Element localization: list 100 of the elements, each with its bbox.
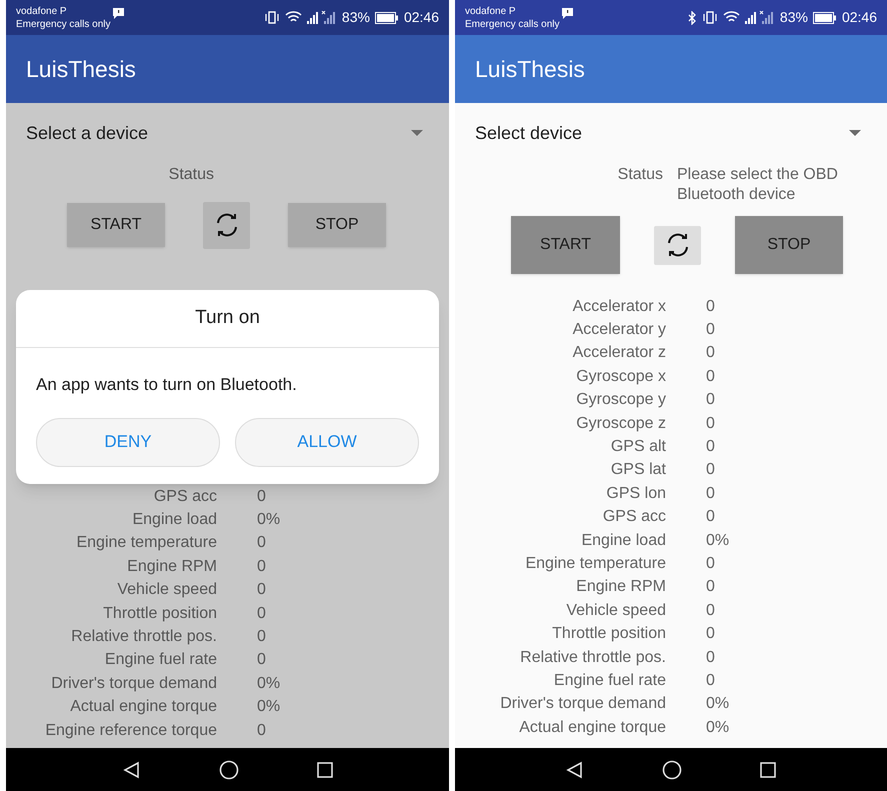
reading-value: 0 bbox=[257, 556, 266, 577]
dropdown-caret-icon bbox=[411, 130, 423, 136]
reading-value: 0 bbox=[257, 533, 266, 554]
reading-label: GPS acc bbox=[602, 507, 666, 528]
reading-value: 0 bbox=[706, 648, 715, 668]
battery-percentage: 83% bbox=[342, 8, 370, 27]
reading-value: 0% bbox=[257, 510, 280, 530]
reading-value: 0% bbox=[706, 718, 730, 738]
reading-value: 0% bbox=[706, 694, 730, 714]
signal-icon bbox=[306, 11, 337, 24]
dialog-message: An app wants to turn on Bluetooth. bbox=[36, 374, 298, 396]
wifi-icon bbox=[284, 11, 302, 24]
start-button[interactable]: START bbox=[67, 203, 165, 247]
reading-value: 0 bbox=[706, 600, 715, 621]
reading-label: Accelerator x bbox=[572, 296, 666, 317]
battery-percentage: 83% bbox=[780, 8, 808, 27]
reading-label: Engine RPM bbox=[126, 556, 217, 577]
reading-label: GPS lat bbox=[610, 460, 666, 480]
signal-icon bbox=[744, 11, 775, 24]
back-icon[interactable] bbox=[122, 760, 140, 778]
dialog-title: Turn on bbox=[195, 306, 260, 330]
reading-label: Engine load bbox=[131, 510, 217, 530]
status-message: Please select the OBD Bluetooth device bbox=[677, 165, 839, 205]
clock-time: 02:46 bbox=[842, 8, 877, 27]
app-title: LuisThesis bbox=[475, 54, 585, 84]
reading-label: Throttle position bbox=[551, 624, 666, 644]
reading-label: Accelerator y bbox=[572, 320, 666, 340]
app-title: LuisThesis bbox=[26, 54, 136, 84]
reading-label: Gyroscope x bbox=[575, 366, 666, 387]
reading-value: 0% bbox=[706, 530, 730, 551]
status-label: Status bbox=[616, 165, 663, 185]
stop-button[interactable]: STOP bbox=[735, 216, 843, 274]
reading-label: Relative throttle pos. bbox=[70, 627, 217, 648]
battery-icon bbox=[374, 12, 399, 24]
reading-label: Gyroscope z bbox=[575, 414, 666, 434]
carrier-name: vodafone P bbox=[465, 4, 517, 18]
reading-label: Actual engine torque bbox=[69, 697, 217, 718]
reading-label: GPS alt bbox=[610, 437, 666, 458]
reading-value: 0 bbox=[706, 460, 715, 480]
reading-value: 0 bbox=[257, 580, 266, 600]
battery-icon bbox=[812, 12, 837, 24]
home-icon[interactable] bbox=[662, 760, 682, 780]
reading-label: Accelerator z bbox=[572, 343, 666, 364]
clock-time: 02:46 bbox=[404, 8, 439, 27]
start-button[interactable]: START bbox=[511, 216, 620, 274]
reading-value: 0 bbox=[706, 390, 715, 410]
reading-value: 0 bbox=[706, 507, 715, 528]
reading-value: 0 bbox=[257, 486, 266, 507]
reading-label: Driver's torque demand bbox=[499, 694, 666, 714]
recents-icon[interactable] bbox=[760, 762, 776, 778]
network-note: Emergency calls only bbox=[465, 18, 560, 30]
reading-label: Engine reference torque bbox=[44, 720, 217, 741]
wifi-icon bbox=[722, 11, 740, 24]
reading-value: 0 bbox=[257, 720, 266, 741]
stop-button[interactable]: STOP bbox=[288, 203, 386, 247]
device-dropdown[interactable]: Select a device bbox=[6, 103, 449, 163]
dropdown-caret-icon bbox=[849, 130, 861, 136]
vibrate-icon bbox=[702, 11, 718, 24]
home-icon[interactable] bbox=[218, 760, 238, 780]
reading-label: GPS acc bbox=[152, 486, 217, 507]
notification-icon bbox=[562, 8, 574, 19]
reading-value: 0 bbox=[257, 627, 266, 648]
reading-value: 0 bbox=[706, 484, 715, 504]
refresh-button[interactable] bbox=[654, 226, 701, 264]
carrier-name: vodafone P bbox=[16, 4, 68, 18]
reading-value: 0 bbox=[706, 343, 715, 364]
status-label: Status bbox=[168, 165, 214, 185]
reading-label: Vehicle speed bbox=[116, 580, 217, 600]
reading-label: Engine temperature bbox=[75, 533, 217, 554]
reading-value: 0 bbox=[706, 554, 715, 574]
reading-value: 0 bbox=[706, 366, 715, 387]
reading-label: Vehicle speed bbox=[565, 600, 666, 621]
reading-label: Driver's torque demand bbox=[50, 674, 217, 694]
back-icon[interactable] bbox=[566, 760, 584, 778]
reading-value: 0 bbox=[706, 577, 715, 598]
recents-icon[interactable] bbox=[316, 762, 332, 778]
reading-label: Relative throttle pos. bbox=[519, 648, 666, 668]
bluetooth-icon bbox=[688, 10, 697, 24]
reading-value: 0 bbox=[257, 650, 266, 670]
reading-label: Engine fuel rate bbox=[104, 650, 217, 670]
reading-value: 0 bbox=[706, 624, 715, 644]
reading-label: Engine temperature bbox=[524, 554, 666, 574]
reading-value: 0% bbox=[257, 697, 280, 718]
reading-value: 0 bbox=[706, 437, 715, 458]
reading-label: Engine fuel rate bbox=[552, 670, 666, 691]
vibrate-icon bbox=[264, 11, 280, 24]
reading-label: GPS lon bbox=[605, 484, 666, 504]
reading-label: Throttle position bbox=[102, 604, 217, 624]
reading-label: Actual engine torque bbox=[518, 718, 666, 738]
network-note: Emergency calls only bbox=[16, 18, 110, 30]
device-dropdown[interactable]: Select device bbox=[455, 103, 887, 163]
refresh-button[interactable] bbox=[203, 202, 250, 248]
reading-value: 0 bbox=[706, 670, 715, 691]
reading-label: Gyroscope y bbox=[575, 390, 666, 410]
reading-label: Engine load bbox=[580, 530, 666, 551]
reading-value: 0 bbox=[706, 296, 715, 317]
notification-icon bbox=[113, 8, 124, 19]
reading-value: 0 bbox=[706, 320, 715, 340]
reading-value: 0 bbox=[257, 604, 266, 624]
reading-value: 0 bbox=[706, 414, 715, 434]
